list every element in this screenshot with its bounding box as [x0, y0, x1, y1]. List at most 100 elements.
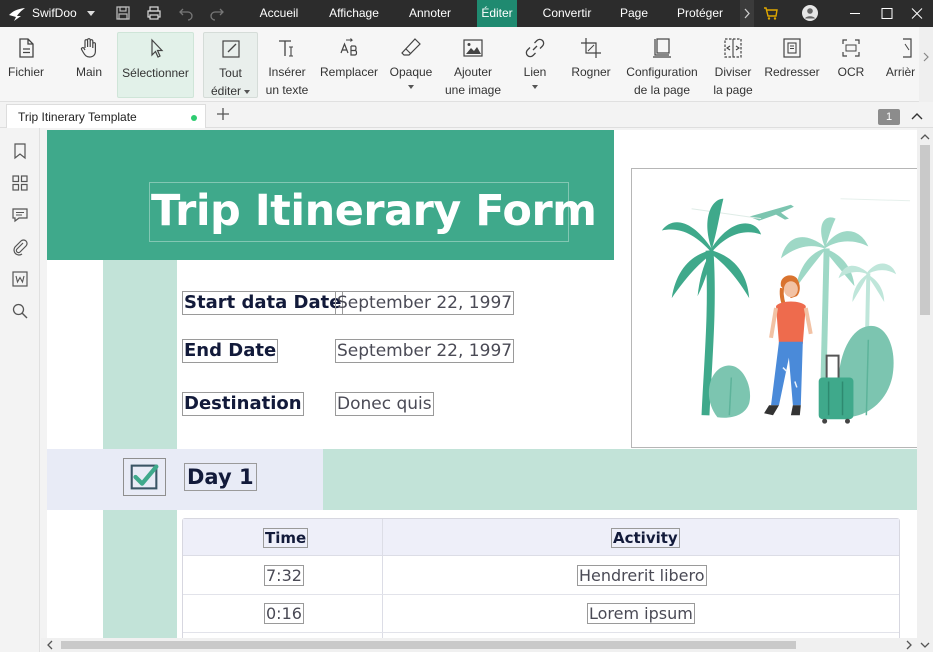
diviser-label-2: la page: [713, 83, 753, 97]
arriere-plan-button[interactable]: Arrièr: [882, 27, 919, 102]
schedule-table: Time Activity 7:32 Hendrerit libero 0:16…: [182, 518, 900, 638]
word-convert-icon[interactable]: [11, 270, 29, 288]
destination-label[interactable]: Destination: [182, 392, 304, 416]
header-activity[interactable]: Activity: [611, 528, 680, 548]
redo-icon[interactable]: [209, 5, 225, 21]
ocr-icon: [842, 39, 860, 57]
remplacer-button[interactable]: Remplacer: [318, 27, 380, 102]
thumbnails-icon[interactable]: [11, 174, 29, 192]
attachment-icon[interactable]: [11, 238, 29, 256]
diviser-label-1: Diviser: [714, 65, 752, 79]
row-1-time[interactable]: 7:32: [264, 565, 304, 586]
image-icon: [463, 39, 483, 57]
inserer-texte-label-1: Insérer: [268, 65, 306, 79]
print-icon[interactable]: [146, 5, 162, 21]
menu-accueil[interactable]: Accueil: [248, 0, 310, 27]
scroll-down-arrow-icon[interactable]: [917, 638, 933, 652]
travel-illustration[interactable]: [631, 168, 917, 448]
file-icon: [19, 38, 34, 58]
link-icon: [525, 38, 545, 58]
edit-icon: [221, 40, 240, 58]
menu-editer[interactable]: Éditer: [477, 0, 517, 27]
save-icon[interactable]: [115, 5, 131, 21]
user-avatar-icon[interactable]: [802, 5, 818, 21]
rogner-button[interactable]: Rogner: [568, 27, 614, 102]
scroll-up-arrow-icon[interactable]: [917, 130, 933, 144]
minimize-icon: [850, 13, 860, 14]
chevron-right-icon: [923, 52, 929, 62]
document-tab[interactable]: Trip Itinerary Template: [6, 104, 206, 128]
insert-text-icon: [279, 40, 293, 57]
menu-convertir[interactable]: Convertir: [532, 0, 602, 27]
split-icon: [724, 38, 742, 58]
ribbon-scroll-right-button[interactable]: [919, 27, 933, 102]
header-time[interactable]: Time: [263, 528, 309, 548]
menu-page[interactable]: Page: [612, 0, 656, 27]
ocr-label: OCR: [837, 65, 865, 79]
configuration-page-button[interactable]: Configuration de la page: [622, 27, 702, 102]
ajouter-image-label-2: une image: [444, 83, 502, 97]
saved-status-dot: [191, 115, 197, 121]
document-canvas[interactable]: Trip Itinerary Form Start data Date Sept…: [41, 128, 917, 638]
column-divider: [382, 519, 383, 638]
vertical-scrollbar[interactable]: [917, 128, 933, 638]
tout-editer-button[interactable]: Tout éditer: [203, 32, 258, 98]
ocr-button[interactable]: OCR: [832, 27, 870, 102]
crop-icon: [581, 38, 601, 58]
redresser-button[interactable]: Redresser: [762, 27, 822, 102]
scroll-left-arrow-icon[interactable]: [43, 638, 57, 652]
start-date-value[interactable]: September 22, 1997: [335, 291, 515, 315]
tout-editer-dropdown-icon: [244, 89, 251, 94]
bookmark-icon[interactable]: [11, 142, 29, 160]
row-divider: [183, 632, 899, 633]
day-label[interactable]: Day 1: [184, 463, 257, 491]
eraser-icon: [401, 38, 421, 56]
menu-affichage[interactable]: Affichage: [318, 0, 390, 27]
app-menu-dropdown-icon[interactable]: [87, 11, 95, 16]
row-2-time[interactable]: 0:16: [264, 603, 304, 624]
main-button[interactable]: Main: [68, 27, 110, 102]
rogner-label: Rogner: [571, 65, 611, 79]
document-title[interactable]: Trip Itinerary Form: [151, 186, 597, 236]
tout-editer-label-2-wrap: éditer: [204, 82, 257, 100]
pdf-page[interactable]: Trip Itinerary Form Start data Date Sept…: [47, 130, 917, 638]
day-checkbox[interactable]: [123, 458, 166, 496]
checkmark-icon: [130, 464, 159, 490]
arriere-label: Arrièr: [885, 65, 916, 79]
row-divider: [183, 594, 899, 595]
comment-icon[interactable]: [11, 206, 29, 224]
horizontal-scrollbar[interactable]: [41, 638, 917, 652]
ajouter-image-button[interactable]: Ajouter une image: [443, 27, 503, 102]
selectionner-label: Sélectionner: [122, 66, 189, 80]
scroll-right-arrow-icon[interactable]: [902, 638, 916, 652]
row-2-activity[interactable]: Lorem ipsum: [587, 603, 695, 624]
undo-icon[interactable]: [178, 5, 194, 21]
diviser-page-button[interactable]: Diviser la page: [709, 27, 757, 102]
start-date-label[interactable]: Start data Date: [182, 291, 344, 315]
end-date-value[interactable]: September 22, 1997: [335, 339, 515, 363]
cart-icon[interactable]: [763, 5, 779, 21]
app-name: SwifDoo: [32, 6, 77, 20]
opaque-button[interactable]: Opaque: [387, 27, 435, 102]
collapse-ribbon-chevron-up-icon[interactable]: [910, 110, 924, 122]
redresser-label: Redresser: [764, 65, 820, 79]
menu-annoter[interactable]: Annoter: [398, 0, 462, 27]
menu-more-button[interactable]: [740, 0, 754, 27]
vertical-scroll-thumb[interactable]: [920, 145, 930, 315]
horizontal-scroll-thumb[interactable]: [61, 641, 796, 649]
chevron-right-icon: [744, 8, 750, 19]
background-icon: [902, 38, 912, 58]
search-icon[interactable]: [11, 302, 29, 320]
row-1-activity[interactable]: Hendrerit libero: [577, 565, 707, 586]
fichier-button[interactable]: Fichier: [4, 27, 48, 102]
lien-button[interactable]: Lien: [518, 27, 552, 102]
menu-proteger[interactable]: Protéger: [666, 0, 734, 27]
fichier-label: Fichier: [7, 65, 44, 79]
minimize-button[interactable]: [836, 0, 872, 27]
destination-value[interactable]: Donec quis: [335, 392, 434, 416]
close-button[interactable]: [899, 0, 933, 27]
new-tab-plus-icon[interactable]: [214, 105, 232, 123]
inserer-texte-button[interactable]: Insérer un texte: [262, 27, 312, 102]
selectionner-button[interactable]: Sélectionner: [117, 32, 194, 98]
end-date-label[interactable]: End Date: [182, 339, 279, 363]
